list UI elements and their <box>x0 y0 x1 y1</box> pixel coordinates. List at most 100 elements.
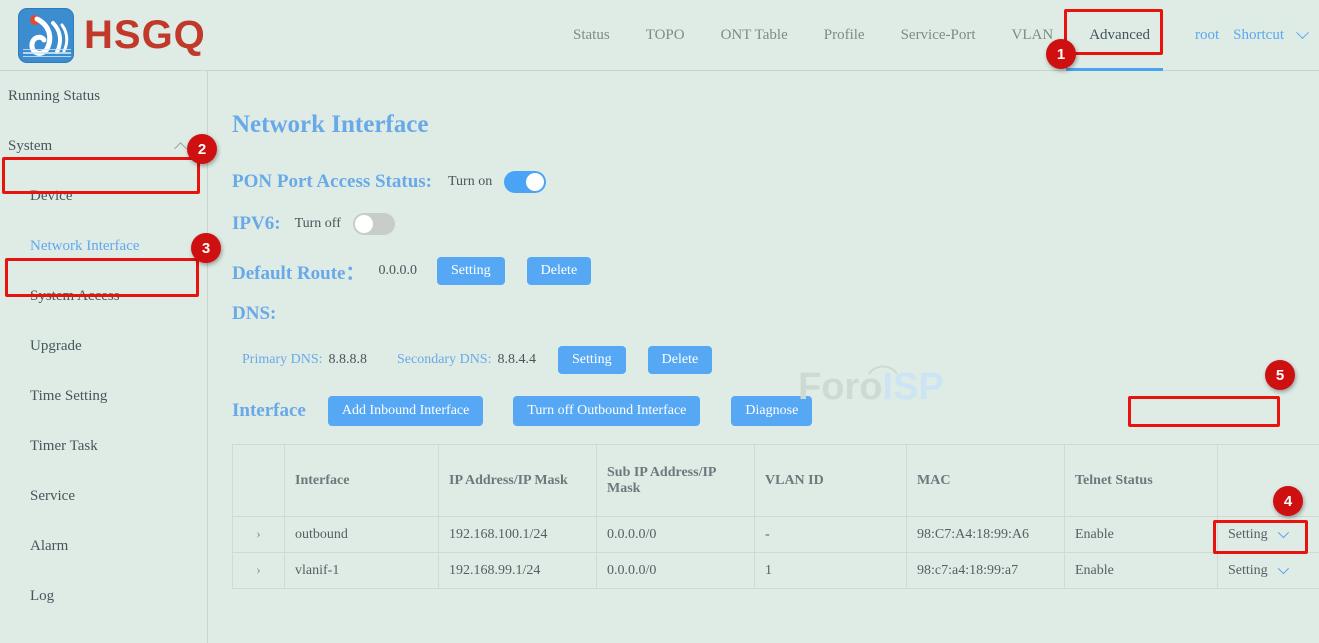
secondary-dns-label: Secondary DNS: <box>397 352 492 368</box>
sidebar-item-service[interactable]: Service <box>0 471 207 521</box>
row-setting-label: Setting <box>1228 563 1268 578</box>
chevron-down-icon[interactable] <box>1277 562 1288 573</box>
table-col-header-3: Sub IP Address/IP Mask <box>597 445 755 517</box>
sidebar-item-network-interface[interactable]: Network Interface <box>0 221 207 271</box>
default-route-row: Default Route： 0.0.0.0 Setting Delete <box>232 257 591 285</box>
table-col-header-0 <box>233 445 285 517</box>
ipv6-label: IPV6: <box>232 213 281 235</box>
interface-toolbar: Interface Add Inbound Interface Turn off… <box>232 396 812 426</box>
ipv6-state-text: Turn off <box>295 216 341 232</box>
page-title: Network Interface <box>232 111 428 139</box>
chevron-up-icon[interactable] <box>174 142 187 155</box>
cell-ip_mask: 192.168.100.1/24 <box>439 517 597 553</box>
sidebar-item-running-status[interactable]: Running Status <box>0 71 207 121</box>
main-nav: StatusTOPOONT TableProfileService-PortVL… <box>555 0 1168 70</box>
dns-setting-button[interactable]: Setting <box>558 346 626 374</box>
primary-dns-value: 8.8.8.8 <box>329 352 368 368</box>
sidebar-item-time-setting[interactable]: Time Setting <box>0 371 207 421</box>
sidebar-item-device[interactable]: Device <box>0 171 207 221</box>
sidebar-item-timer-task[interactable]: Timer Task <box>0 421 207 471</box>
secondary-dns-value: 8.8.4.4 <box>498 352 537 368</box>
ipv6-toggle-switch[interactable] <box>353 213 395 235</box>
sidebar-item-upgrade[interactable]: Upgrade <box>0 321 207 371</box>
sidebar-item-label: Network Interface <box>30 238 140 255</box>
table-col-header-1: Interface <box>285 445 439 517</box>
turn-off-outbound-interface-button[interactable]: Turn off Outbound Interface <box>513 396 700 426</box>
shortcut-menu[interactable]: Shortcut <box>1233 27 1284 44</box>
cell-telnet: Enable <box>1065 517 1218 553</box>
logo-base-lines <box>23 49 71 60</box>
nav-item-status[interactable]: Status <box>555 0 628 70</box>
badge-4: 4 <box>1273 486 1303 516</box>
nav-item-ont-table[interactable]: ONT Table <box>703 0 806 70</box>
row-setting-dropdown-trigger[interactable]: Setting <box>1218 553 1319 589</box>
sidebar-item-system-access[interactable]: System Access <box>0 271 207 321</box>
sidebar-item-log[interactable]: Log <box>0 571 207 621</box>
cell-telnet: Enable <box>1065 553 1218 589</box>
sidebar-item-label: Time Setting <box>30 388 107 405</box>
default-route-setting-button[interactable]: Setting <box>437 257 505 285</box>
nav-item-topo[interactable]: TOPO <box>628 0 703 70</box>
nav-item-advanced[interactable]: Advanced <box>1071 0 1168 70</box>
row-setting-dropdown-trigger[interactable]: Setting <box>1218 517 1319 553</box>
hsgq-logo-icon <box>18 8 74 63</box>
nav-item-profile[interactable]: Profile <box>806 0 883 70</box>
sidebar-item-label: Log <box>30 588 54 605</box>
sidebar-item-label: Timer Task <box>30 438 98 455</box>
diagnose-button[interactable]: Diagnose <box>731 396 812 426</box>
table-col-header-5: MAC <box>907 445 1065 517</box>
badge-2: 2 <box>187 134 217 164</box>
sidebar-item-label: Service <box>30 488 75 505</box>
current-user-label[interactable]: root <box>1195 27 1219 44</box>
sidebar-item-label: Upgrade <box>30 338 82 355</box>
foroisp-watermark: ForoISP <box>798 366 944 409</box>
badge-3: 3 <box>191 233 221 263</box>
sidebar-item-label: Running Status <box>8 88 100 105</box>
cell-vlan_id: - <box>755 517 907 553</box>
table-col-header-6: Telnet Status <box>1065 445 1218 517</box>
brand-logo[interactable]: HSGQ <box>18 8 206 63</box>
cell-interface: vlanif-1 <box>285 553 439 589</box>
chevron-down-icon[interactable] <box>1296 26 1309 39</box>
table-row: ›outbound192.168.100.1/240.0.0.0/0-98:C7… <box>233 517 1319 553</box>
dns-values-row: Primary DNS: 8.8.8.8 Secondary DNS: 8.8.… <box>242 346 712 374</box>
cell-mac: 98:C7:A4:18:99:A6 <box>907 517 1065 553</box>
app-header: HSGQ StatusTOPOONT TableProfileService-P… <box>0 0 1319 71</box>
watermark-part2: ISP <box>882 366 943 408</box>
main-content: ForoISP Network Interface PON Port Acces… <box>209 71 1319 643</box>
dns-delete-button[interactable]: Delete <box>648 346 713 374</box>
sidebar-item-label: System Access <box>30 288 120 305</box>
pon-label: PON Port Access Status: <box>232 171 432 193</box>
default-route-label: Default Route： <box>232 258 364 285</box>
pon-port-access-row: PON Port Access Status: Turn on <box>232 171 546 193</box>
interface-label: Interface <box>232 400 306 422</box>
sidebar-item-label: System <box>8 138 52 155</box>
sidebar-item-alarm[interactable]: Alarm <box>0 521 207 571</box>
sidebar-nav: Running Status System Device Network Interf… <box>0 71 208 643</box>
table-row: ›vlanif-1192.168.99.1/240.0.0.0/0198:c7:… <box>233 553 1319 589</box>
pon-state-text: Turn on <box>448 174 492 190</box>
row-expander-icon[interactable]: › <box>233 517 285 553</box>
sidebar-item-label: Device <box>30 188 72 205</box>
primary-dns-label: Primary DNS: <box>242 352 323 368</box>
default-route-delete-button[interactable]: Delete <box>527 257 592 285</box>
ipv6-row: IPV6: Turn off <box>232 213 395 235</box>
badge-5: 5 <box>1265 360 1295 390</box>
pon-toggle-switch[interactable] <box>504 171 546 193</box>
default-route-value: 0.0.0.0 <box>378 263 417 279</box>
row-setting-label: Setting <box>1228 527 1268 542</box>
add-inbound-interface-button[interactable]: Add Inbound Interface <box>328 396 484 426</box>
sidebar-item-label: Alarm <box>30 538 68 555</box>
network-interface-table: InterfaceIP Address/IP MaskSub IP Addres… <box>232 444 1319 589</box>
table-col-header-4: VLAN ID <box>755 445 907 517</box>
cell-sub_ip_mask: 0.0.0.0/0 <box>597 517 755 553</box>
nav-item-service-port[interactable]: Service-Port <box>883 0 994 70</box>
table-header-row: InterfaceIP Address/IP MaskSub IP Addres… <box>233 445 1319 517</box>
sidebar-item-system[interactable]: System <box>0 121 207 171</box>
wifi-arc-icon <box>866 361 900 377</box>
cell-vlan_id: 1 <box>755 553 907 589</box>
chevron-down-icon[interactable] <box>1277 526 1288 537</box>
row-expander-icon[interactable]: › <box>233 553 285 589</box>
dns-label: DNS: <box>232 303 276 324</box>
cell-sub_ip_mask: 0.0.0.0/0 <box>597 553 755 589</box>
